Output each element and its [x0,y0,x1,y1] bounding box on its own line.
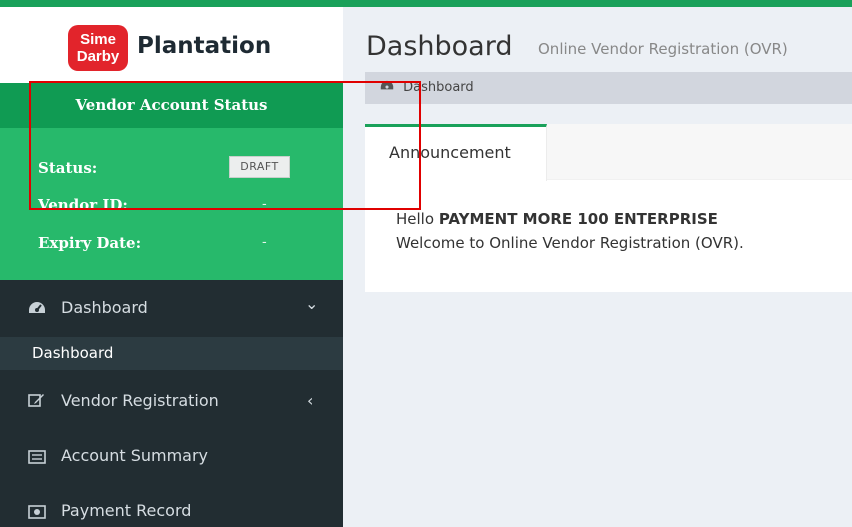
welcome-text: Welcome to Online Vendor Registration (O… [396,234,744,252]
sidebar-subitem-dashboard[interactable]: Dashboard [0,337,343,370]
logo-bar[interactable]: Sime Darby Plantation [0,7,343,83]
sidebar-item-vendor-registration[interactable]: Vendor Registration ‹ [0,391,343,415]
vendor-id-value: - [262,197,267,212]
announcement-panel: Announcement Hello PAYMENT MORE 100 ENTE… [365,124,852,292]
breadcrumb: Dashboard [365,72,852,104]
sidebar-item-label: Vendor Registration [61,391,219,410]
company-name: PAYMENT MORE 100 ENTERPRISE [438,210,718,228]
vendor-status-heading: Vendor Account Status [0,83,343,128]
vendor-account-status-panel: Vendor Account Status Status: DRAFT Vend… [0,83,343,280]
content-header: Dashboard Online Vendor Registration (OV… [343,7,852,65]
sidebar-item-payment-record[interactable]: Payment Record [0,501,343,525]
chevron-left-icon: ‹ [307,391,314,410]
sidebar-item-dashboard[interactable]: Dashboard ⌄ [0,294,343,322]
sidebar-item-account-summary[interactable]: Account Summary [0,446,343,470]
sidebar-item-label: Dashboard [61,298,148,317]
money-icon [28,504,46,523]
expiry-date-value: - [262,235,267,250]
edit-icon [28,392,45,412]
vendor-id-label: Vendor ID: [38,196,128,214]
dashboard-icon [28,300,46,320]
sime-darby-logo: Sime Darby [68,25,128,71]
brand-name: Plantation [137,33,272,59]
chevron-down-icon: ⌄ [305,294,319,313]
expiry-date-label: Expiry Date: [38,234,142,252]
tab-announcement[interactable]: Announcement [365,124,547,181]
sidebar-item-label: Payment Record [61,501,192,520]
top-accent-stripe [0,0,852,7]
breadcrumb-link-dashboard[interactable]: Dashboard [403,80,474,95]
sidebar: Sime Darby Plantation Vendor Account Sta… [0,0,343,527]
status-label: Status: [38,159,98,177]
greeting-text: Hello PAYMENT MORE 100 ENTERPRISE [396,210,718,228]
page-title: Dashboard [366,31,513,62]
status-badge: DRAFT [229,156,290,178]
page-subtitle: Online Vendor Registration (OVR) [538,40,788,58]
tab-strip: Announcement [365,124,852,181]
sidebar-item-label: Account Summary [61,446,209,465]
dashboard-icon [380,80,398,95]
list-icon [28,449,46,468]
